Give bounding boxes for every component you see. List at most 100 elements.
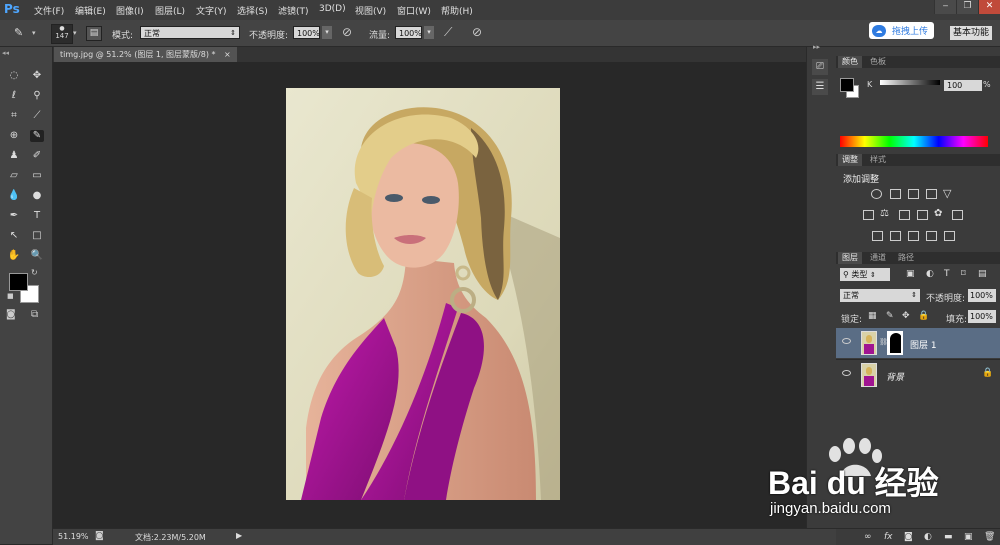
- workspace-switcher[interactable]: 基本功能: [949, 26, 992, 40]
- tool-preset-dropdown-icon[interactable]: ▾: [32, 29, 36, 37]
- properties-panel-icon[interactable]: ☰: [812, 79, 828, 95]
- channel-mixer-icon[interactable]: ✿: [934, 208, 942, 219]
- posterize-icon[interactable]: [890, 231, 901, 241]
- menu-filter[interactable]: 滤镜(T): [278, 4, 309, 17]
- delete-layer-icon[interactable]: 🗑: [984, 532, 995, 542]
- tab-color[interactable]: 颜色: [838, 56, 862, 68]
- quick-mask-icon[interactable]: ◙: [6, 309, 16, 320]
- gradient-tool-icon[interactable]: ▭: [30, 170, 44, 182]
- tablet-pressure-size-icon[interactable]: ⊘: [472, 25, 482, 39]
- tab-swatches[interactable]: 色板: [866, 56, 890, 68]
- mode-select[interactable]: 正常 ⇕: [140, 26, 240, 39]
- lock-all-icon[interactable]: 🔒: [918, 311, 929, 321]
- hand-tool-icon[interactable]: ✋: [7, 250, 21, 262]
- restore-icon[interactable]: ❐: [956, 0, 978, 14]
- close-document-icon[interactable]: ×: [224, 50, 231, 59]
- layer-style-icon[interactable]: fx: [884, 532, 893, 542]
- zoom-level[interactable]: 51.19%: [58, 532, 89, 541]
- menu-3d[interactable]: 3D(D): [319, 4, 346, 14]
- color-balance-icon[interactable]: ⚖: [880, 208, 889, 219]
- history-brush-tool-icon[interactable]: ✐: [30, 150, 44, 162]
- healing-brush-tool-icon[interactable]: ⊕: [7, 130, 21, 142]
- lock-image-icon[interactable]: ✎: [886, 311, 894, 321]
- layer-name[interactable]: 图层 1: [910, 338, 937, 351]
- blend-mode-select[interactable]: 正常 ⇕: [840, 289, 920, 302]
- portrait-image[interactable]: [286, 88, 560, 500]
- tablet-pressure-opacity-icon[interactable]: ⊘: [342, 25, 352, 39]
- document-tab[interactable]: timg.jpg @ 51.2% (图层 1, 图层蒙版/8) * ×: [54, 47, 237, 62]
- opacity-dropdown-icon[interactable]: ▾: [322, 26, 332, 39]
- k-channel-slider[interactable]: [880, 80, 940, 85]
- new-group-icon[interactable]: ▬: [944, 532, 953, 542]
- menu-help[interactable]: 帮助(H): [441, 4, 473, 17]
- eyedropper-tool-icon[interactable]: ⟋: [30, 110, 44, 122]
- status-menu-arrow-icon[interactable]: ▶: [236, 531, 242, 540]
- levels-icon[interactable]: [890, 189, 901, 199]
- menu-type[interactable]: 文字(Y): [196, 4, 227, 17]
- collapse-tools-icon[interactable]: ◂◂: [2, 49, 9, 57]
- add-mask-icon[interactable]: ◙: [904, 532, 913, 542]
- k-channel-input[interactable]: 100: [944, 80, 982, 91]
- color-foreground-swatch[interactable]: [840, 78, 854, 92]
- rectangle-tool-icon[interactable]: □: [30, 230, 44, 242]
- brush-size-picker[interactable]: ● 147: [51, 24, 73, 44]
- flow-dropdown-icon[interactable]: ▾: [424, 26, 434, 39]
- menu-file[interactable]: 文件(F): [34, 4, 64, 17]
- zoom-tool-icon[interactable]: 🔍: [30, 250, 44, 262]
- swap-colors-icon[interactable]: ↻: [31, 268, 38, 277]
- filter-adjustment-icon[interactable]: ◐: [926, 269, 934, 279]
- tab-adjustments[interactable]: 调整: [838, 154, 862, 166]
- screen-mode-icon[interactable]: ⧉: [31, 309, 38, 320]
- vibrance-icon[interactable]: ▽: [943, 187, 951, 200]
- layer-row-layer1[interactable]: ⛓ 图层 1: [836, 328, 1000, 358]
- exposure-icon[interactable]: [926, 189, 937, 199]
- eraser-tool-icon[interactable]: ▱: [7, 170, 21, 182]
- selective-color-icon[interactable]: [944, 231, 955, 241]
- foreground-color-swatch[interactable]: [9, 273, 28, 291]
- visibility-eye-icon[interactable]: [842, 370, 851, 376]
- layer-filter-select[interactable]: ⚲ 类型 ⇕: [840, 268, 890, 281]
- brush-tool-icon[interactable]: ✎: [14, 26, 28, 40]
- menu-image[interactable]: 图像(I): [116, 4, 144, 17]
- default-colors-icon[interactable]: ■: [7, 292, 14, 300]
- brush-tool-active-icon[interactable]: ✎: [30, 130, 44, 142]
- menu-window[interactable]: 窗口(W): [397, 4, 431, 17]
- black-white-icon[interactable]: [899, 210, 910, 220]
- menu-select[interactable]: 选择(S): [237, 4, 268, 17]
- photo-filter-icon[interactable]: [917, 210, 928, 220]
- lock-position-icon[interactable]: ✥: [902, 311, 910, 321]
- hue-saturation-icon[interactable]: [863, 210, 874, 220]
- status-export-icon[interactable]: ◙: [95, 531, 104, 541]
- minimize-icon[interactable]: ‒: [934, 0, 956, 14]
- airbrush-icon[interactable]: ⟋: [444, 25, 452, 40]
- path-selection-tool-icon[interactable]: ↖: [7, 230, 21, 242]
- menu-view[interactable]: 视图(V): [355, 4, 386, 17]
- lock-transparent-icon[interactable]: ▦: [868, 311, 877, 321]
- link-layers-icon[interactable]: ∞: [864, 532, 872, 542]
- expand-panels-icon[interactable]: ▸▸: [813, 43, 820, 51]
- dodge-tool-icon[interactable]: ●: [30, 190, 44, 202]
- filter-smart-object-icon[interactable]: ▤: [978, 269, 987, 279]
- close-window-icon[interactable]: ✕: [978, 0, 1000, 14]
- tab-layers[interactable]: 图层: [838, 252, 862, 264]
- brush-size-dropdown-icon[interactable]: ▾: [73, 29, 77, 37]
- new-layer-icon[interactable]: ▣: [964, 532, 973, 542]
- filter-pixel-icon[interactable]: ▣: [906, 269, 915, 279]
- type-tool-icon[interactable]: T: [30, 210, 44, 222]
- filter-shape-icon[interactable]: ⌑: [961, 269, 966, 279]
- crop-tool-icon[interactable]: ⌗: [7, 110, 21, 122]
- clone-stamp-tool-icon[interactable]: ♟: [7, 150, 21, 162]
- layer-name[interactable]: 背景: [886, 370, 904, 383]
- new-adjustment-icon[interactable]: ◐: [924, 532, 932, 542]
- layer-opacity-input[interactable]: 100%: [968, 289, 996, 302]
- layer-mask-thumbnail[interactable]: [887, 331, 903, 355]
- lasso-tool-icon[interactable]: ℓ: [7, 90, 21, 102]
- blur-tool-icon[interactable]: 💧: [7, 190, 21, 202]
- threshold-icon[interactable]: [908, 231, 919, 241]
- color-lookup-icon[interactable]: [952, 210, 963, 220]
- filter-type-icon[interactable]: T: [944, 269, 950, 279]
- tab-channels[interactable]: 通道: [866, 252, 890, 264]
- tab-styles[interactable]: 样式: [866, 154, 890, 166]
- tab-paths[interactable]: 路径: [894, 252, 918, 264]
- marquee-tool-icon[interactable]: ◌: [7, 70, 21, 82]
